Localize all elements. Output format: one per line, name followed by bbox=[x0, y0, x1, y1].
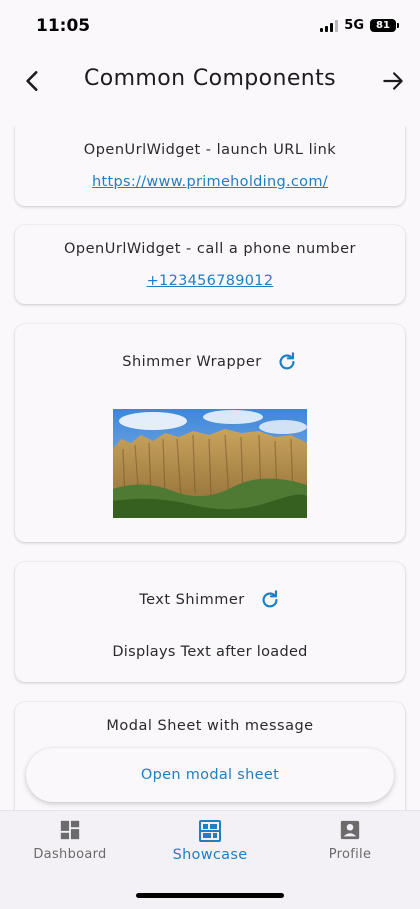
refresh-icon[interactable] bbox=[276, 351, 298, 373]
arrow-forward-icon[interactable] bbox=[380, 68, 406, 94]
nav-label-showcase: Showcase bbox=[172, 847, 248, 863]
status-indicators: 5G 81 bbox=[320, 18, 399, 33]
status-time: 11:05 bbox=[36, 16, 91, 36]
dashboard-icon bbox=[60, 820, 80, 840]
nav-label-dashboard: Dashboard bbox=[33, 847, 107, 862]
open-modal-sheet-label: Open modal sheet bbox=[140, 767, 280, 783]
open-url-card: OpenUrlWidget - launch URL link https://… bbox=[15, 126, 405, 206]
network-type: 5G bbox=[344, 18, 364, 33]
text-shimmer-title-row: Text Shimmer bbox=[15, 589, 405, 611]
showcase-icon bbox=[199, 820, 221, 842]
app-bar: Common Components bbox=[0, 56, 420, 106]
nav-item-profile[interactable]: Profile bbox=[290, 819, 410, 862]
text-shimmer-title: Text Shimmer bbox=[139, 592, 245, 608]
shimmer-card: Shimmer Wrapper bbox=[15, 324, 405, 542]
text-shimmer-body: Displays Text after loaded bbox=[112, 644, 308, 660]
shimmer-title: Shimmer Wrapper bbox=[122, 354, 262, 370]
nav-item-showcase[interactable]: Showcase bbox=[150, 819, 270, 863]
landscape-image bbox=[113, 409, 307, 518]
open-modal-sheet-button[interactable]: Open modal sheet bbox=[26, 748, 394, 802]
signal-icon bbox=[320, 19, 339, 32]
phone-card: OpenUrlWidget - call a phone number +123… bbox=[15, 225, 405, 304]
open-url-title: OpenUrlWidget - launch URL link bbox=[83, 142, 337, 158]
content-list[interactable]: OpenUrlWidget - launch URL link https://… bbox=[0, 126, 420, 810]
text-shimmer-card: Text Shimmer Displays Text after loaded bbox=[15, 562, 405, 682]
profile-icon bbox=[340, 820, 360, 840]
battery-icon: 81 bbox=[370, 19, 399, 32]
url-link[interactable]: https://www.primeholding.com/ bbox=[15, 174, 405, 190]
nav-label-profile: Profile bbox=[328, 847, 372, 862]
home-indicator bbox=[136, 893, 284, 898]
status-bar: 11:05 5G 81 bbox=[0, 0, 420, 50]
phone-title: OpenUrlWidget - call a phone number bbox=[64, 241, 356, 257]
shimmer-title-row: Shimmer Wrapper bbox=[15, 351, 405, 373]
phone-link[interactable]: +123456789012 bbox=[15, 273, 405, 289]
page-title: Common Components bbox=[83, 66, 337, 91]
modal-sheet-title: Modal Sheet with message bbox=[106, 718, 314, 734]
nav-item-dashboard[interactable]: Dashboard bbox=[10, 819, 130, 862]
battery-level: 81 bbox=[376, 20, 390, 31]
refresh-icon[interactable] bbox=[259, 589, 281, 611]
